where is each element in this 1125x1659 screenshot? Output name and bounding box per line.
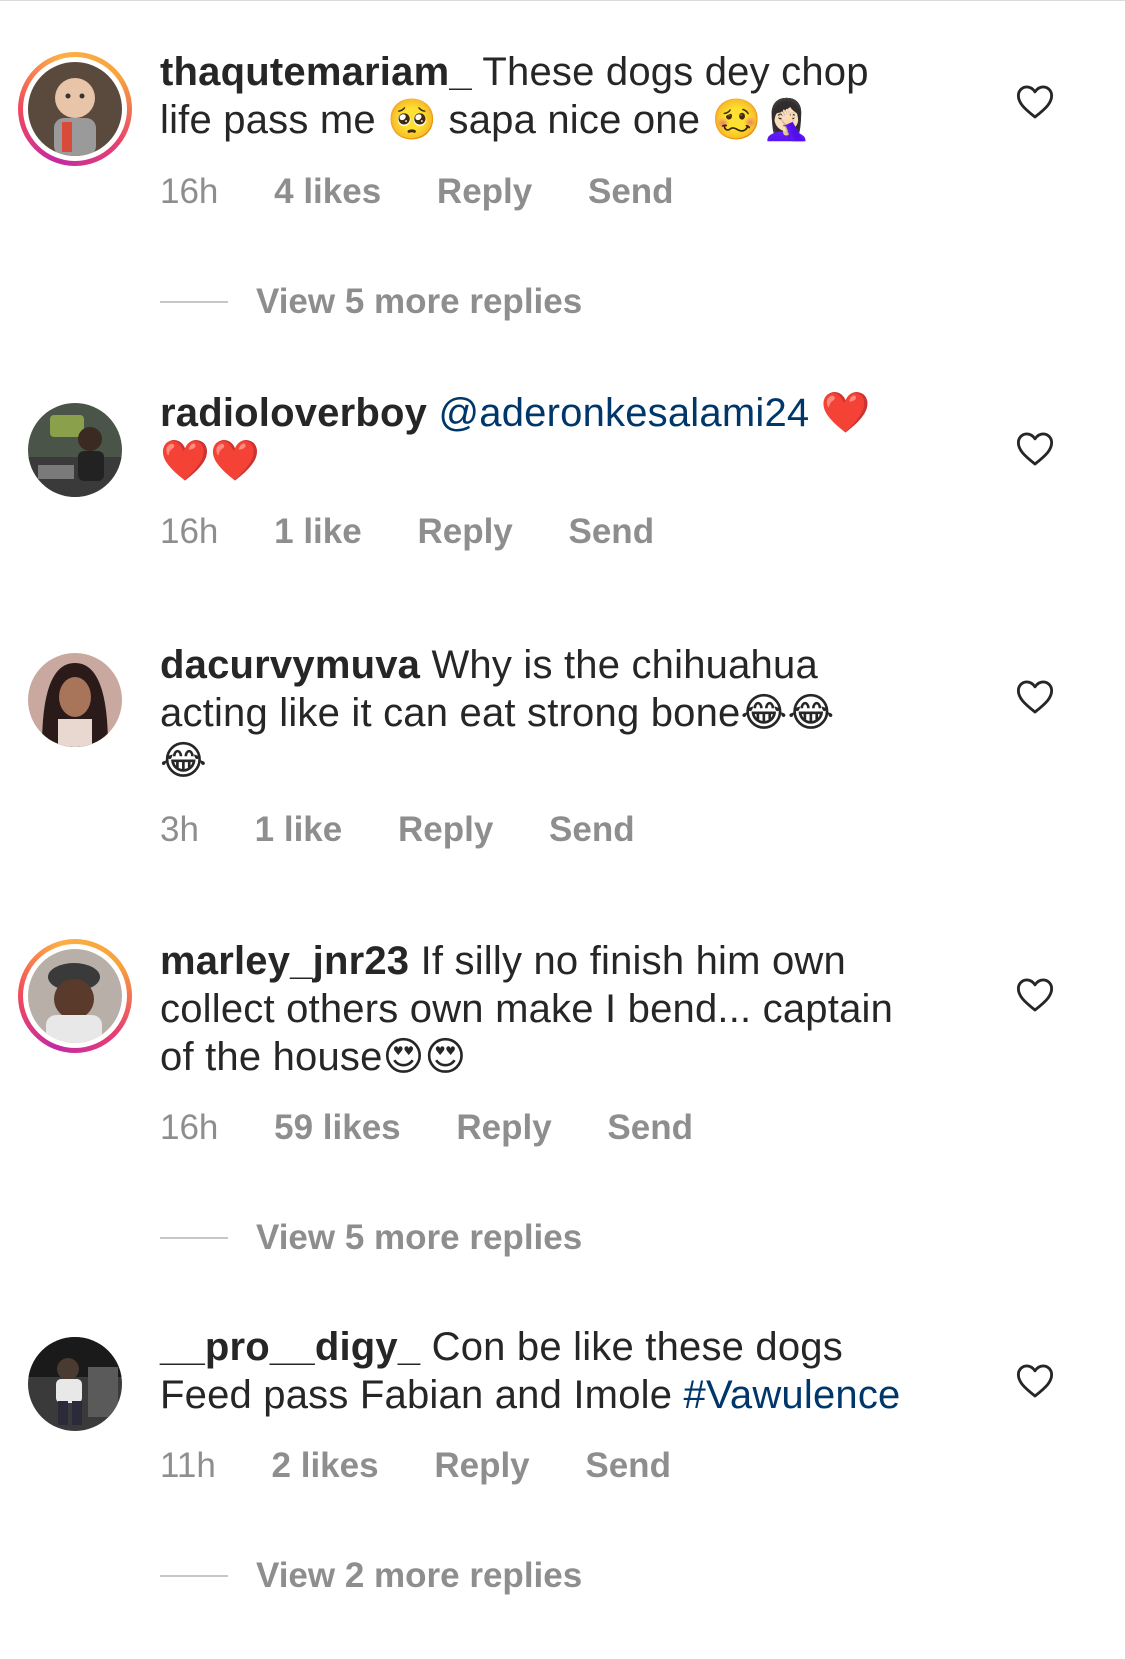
comment-text: thaqutemariam_ These dogs dey chop life … — [160, 48, 960, 144]
reply-button[interactable]: Reply — [434, 1446, 529, 1486]
comment-meta: 11h 2 likes Reply Send — [160, 1446, 717, 1486]
comment-body-line2: life pass me — [160, 98, 376, 142]
comment-body-line2: collect others own make I bend... captai… — [160, 987, 894, 1031]
comment-meta: 16h 59 likes Reply Send — [160, 1108, 739, 1148]
reply-button[interactable]: Reply — [437, 172, 532, 212]
comment-text: __pro__digy_ Con be like these dogs Feed… — [160, 1323, 960, 1419]
woozy-facepalm-emoji: 🥴🤦🏻‍♀️ — [711, 97, 812, 143]
comment-timestamp: 16h — [160, 1108, 219, 1147]
replies-divider-line — [160, 1575, 228, 1577]
avatar-wrap[interactable] — [18, 393, 132, 507]
view-replies-label: View 2 more replies — [256, 1556, 583, 1595]
avatar-story-ring[interactable] — [18, 939, 132, 1053]
avatar-wrap[interactable] — [18, 643, 132, 757]
avatar-wrap[interactable] — [18, 1327, 132, 1441]
comment-likes[interactable]: 59 likes — [274, 1108, 401, 1148]
comment-meta: 3h 1 like Reply Send — [160, 810, 681, 850]
comment-body: These dogs dey chop — [482, 50, 869, 94]
heart-outline-icon[interactable] — [1016, 84, 1054, 120]
heart-outline-icon[interactable] — [1016, 1363, 1054, 1399]
send-button[interactable]: Send — [588, 172, 674, 212]
reply-button[interactable]: Reply — [398, 810, 493, 850]
comment-body-line2b: sapa nice one — [448, 98, 701, 142]
comment-timestamp: 3h — [160, 810, 199, 849]
comment-timestamp: 11h — [160, 1446, 216, 1485]
comment-username[interactable]: marley_jnr23 — [160, 939, 409, 983]
comment-body-line3: of the house — [160, 1035, 383, 1079]
comment-username[interactable]: thaqutemariam_ — [160, 50, 472, 94]
comment-likes[interactable]: 1 like — [274, 512, 362, 552]
comment-text: marley_jnr23 If silly no finish him own … — [160, 937, 960, 1081]
comment-body-line2: Feed pass Fabian and Imole — [160, 1373, 673, 1417]
avatar — [28, 403, 122, 497]
comment-body: Con be like these dogs — [431, 1325, 843, 1369]
comment-username[interactable]: dacurvymuva — [160, 643, 420, 687]
red-heart-emoji: ❤️ — [820, 390, 871, 436]
send-button[interactable]: Send — [607, 1108, 693, 1148]
comment-timestamp: 16h — [160, 512, 219, 551]
avatar — [28, 1337, 122, 1431]
comment-username[interactable]: radioloverboy — [160, 391, 427, 435]
comment-body-line2: acting like it can eat strong bone — [160, 691, 741, 735]
heart-outline-icon[interactable] — [1016, 431, 1054, 467]
comment-likes[interactable]: 1 like — [255, 810, 343, 850]
comment-timestamp: 16h — [160, 172, 219, 211]
comment-username[interactable]: __pro__digy_ — [160, 1325, 420, 1369]
reply-button[interactable]: Reply — [456, 1108, 551, 1148]
send-button[interactable]: Send — [585, 1446, 671, 1486]
comment-meta: 16h 4 likes Reply Send — [160, 172, 720, 212]
comment-text: radioloverboy @aderonkesalami24 ❤️ ❤️❤️ — [160, 389, 960, 485]
comment-likes[interactable]: 2 likes — [272, 1446, 379, 1486]
red-hearts-emoji: ❤️❤️ — [160, 438, 261, 484]
view-replies-label: View 5 more replies — [256, 1218, 583, 1257]
avatar — [28, 653, 122, 747]
view-replies-label: View 5 more replies — [256, 282, 583, 321]
heart-eyes-emoji: 😍😍 — [382, 1034, 467, 1080]
hashtag-link[interactable]: #Vawulence — [684, 1373, 901, 1417]
replies-divider-line — [160, 1237, 228, 1239]
top-divider — [0, 0, 1125, 1]
comment-body: Why is the chihuahua — [431, 643, 818, 687]
comment-meta: 16h 1 like Reply Send — [160, 512, 700, 552]
reply-button[interactable]: Reply — [417, 512, 512, 552]
avatar-story-ring[interactable] — [18, 52, 132, 166]
heart-outline-icon[interactable] — [1016, 977, 1054, 1013]
avatar — [28, 949, 122, 1043]
joy-emoji: 😂😂 — [740, 690, 835, 736]
comment-likes[interactable]: 4 likes — [274, 172, 381, 212]
pleading-face-emoji: 🥺 — [387, 97, 438, 143]
view-more-replies[interactable]: View 5 more replies — [160, 1218, 582, 1258]
view-more-replies[interactable]: View 2 more replies — [160, 1556, 582, 1596]
joy-emoji: 😂 — [160, 738, 207, 784]
replies-divider-line — [160, 301, 228, 303]
avatar — [28, 62, 122, 156]
comment-text: dacurvymuva Why is the chihuahua acting … — [160, 641, 960, 785]
heart-outline-icon[interactable] — [1016, 679, 1054, 715]
comment-body: If silly no finish him own — [420, 939, 846, 983]
send-button[interactable]: Send — [569, 512, 655, 552]
view-more-replies[interactable]: View 5 more replies — [160, 282, 582, 322]
mention-link[interactable]: @aderonkesalami24 — [438, 391, 809, 435]
send-button[interactable]: Send — [549, 810, 635, 850]
